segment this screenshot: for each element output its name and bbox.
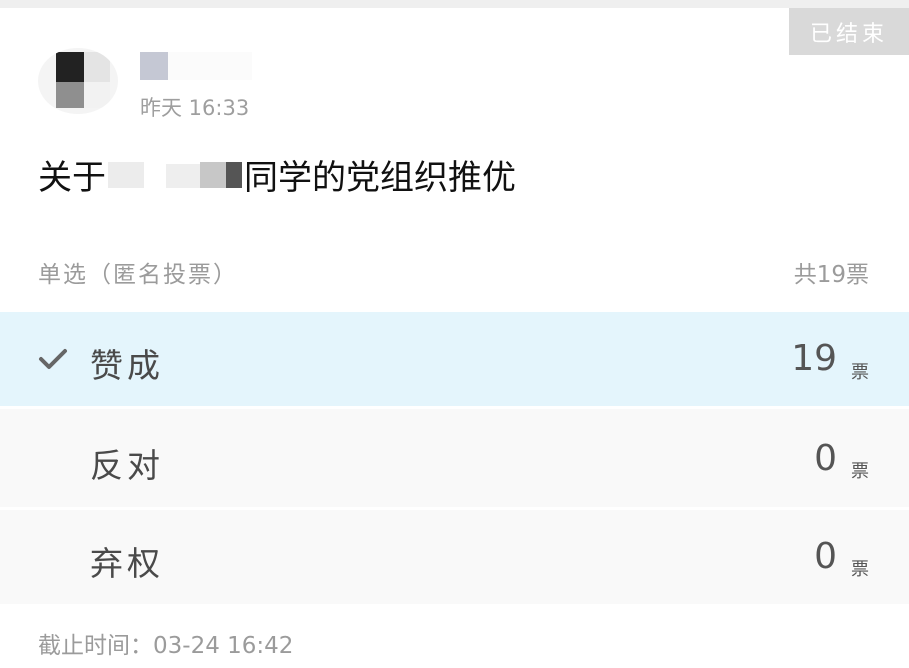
redaction-block [226, 162, 242, 188]
title-prefix: 关于 [38, 157, 106, 198]
vote-type-label: 单选（匿名投票） [38, 262, 238, 288]
redaction-block [200, 162, 226, 188]
title-suffix: 同学的党组织推优 [244, 157, 516, 198]
option-unit: 票 [851, 362, 869, 383]
top-divider [0, 0, 909, 8]
avatar-pixel [56, 52, 84, 82]
vote-option-abstain[interactable]: 弃权 0 票 [0, 510, 909, 604]
avatar-pixel [84, 82, 110, 108]
option-label: 赞成 [90, 346, 164, 385]
redaction-block [108, 162, 144, 188]
option-count: 19 [791, 338, 837, 379]
avatar-pixel [56, 82, 84, 108]
status-badge: 已结束 [789, 8, 909, 55]
username-redacted [140, 52, 252, 80]
avatar[interactable] [38, 48, 118, 114]
redaction-block [166, 164, 200, 188]
title-name-redacted [108, 156, 242, 192]
vote-option-oppose[interactable]: 反对 0 票 [0, 409, 909, 507]
avatar-pixel [84, 52, 110, 82]
total-votes: 共19票 [793, 262, 869, 288]
redaction-block [140, 52, 168, 80]
option-unit: 票 [851, 559, 869, 580]
option-label: 反对 [90, 446, 164, 485]
option-unit: 票 [851, 461, 869, 482]
option-label: 弃权 [90, 544, 164, 583]
check-icon [39, 349, 67, 369]
option-count: 0 [814, 536, 837, 577]
post-time: 昨天 16:33 [140, 96, 250, 120]
deadline-text: 截止时间：03-24 16:42 [38, 633, 294, 659]
vote-option-approve[interactable]: 赞成 19 票 [0, 312, 909, 406]
vote-detail-page: 已结束 昨天 16:33 关于 同学的党组织推优 单选（匿名投票） 共19票 赞… [0, 0, 909, 668]
redaction-block [168, 52, 252, 80]
option-count: 0 [814, 438, 837, 479]
vote-title: 关于 同学的党组织推优 [38, 152, 516, 198]
